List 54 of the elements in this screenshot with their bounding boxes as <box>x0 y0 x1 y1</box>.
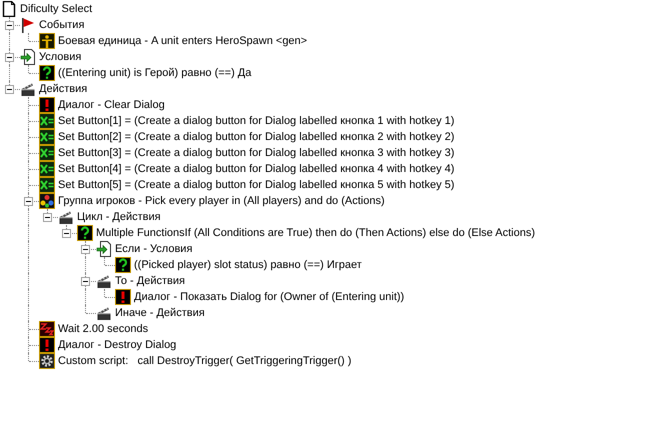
tree-item[interactable]: Действия <box>39 81 88 97</box>
tree-item[interactable]: Цикл - Действия <box>77 209 161 225</box>
tree-item[interactable]: Wait 2.00 seconds <box>58 321 148 337</box>
collapse-toggle[interactable] <box>5 53 14 62</box>
assign-icon <box>39 113 55 129</box>
assign-icon <box>39 161 55 177</box>
tree-item[interactable]: Set Button[2] = (Create a dialog button for Dialog labelled кнопка 2 with hotkey 2) <box>58 129 454 145</box>
tree-item[interactable]: Диалог - Показать Dialog for (Owner of (Entering unit)) <box>134 289 404 305</box>
tree-item[interactable]: Если - Условия <box>115 241 192 257</box>
tree-item[interactable]: Группа игроков - Pick every player in (All players) and do (Actions) <box>58 193 385 209</box>
collapse-toggle[interactable] <box>81 277 90 286</box>
collapse-toggle[interactable] <box>5 85 14 94</box>
assign-icon <box>39 129 55 145</box>
document-arrow-icon <box>96 241 112 257</box>
clapperboard-icon <box>58 209 74 225</box>
question-icon <box>77 225 93 241</box>
tree-item[interactable]: Dificulty Select <box>20 1 92 17</box>
collapse-toggle[interactable] <box>5 21 14 30</box>
tree-item[interactable]: Иначе - Действия <box>115 305 205 321</box>
tree-item[interactable]: Set Button[5] = (Create a dialog button for Dialog labelled кнопка 5 with hotkey 5) <box>58 177 454 193</box>
gear-icon <box>39 353 55 369</box>
collapse-toggle[interactable] <box>81 245 90 254</box>
document-icon <box>1 1 17 17</box>
clapperboard-icon <box>96 305 112 321</box>
exclamation-icon <box>39 97 55 113</box>
clapperboard-icon <box>96 273 112 289</box>
collapse-toggle[interactable] <box>62 229 71 238</box>
tree-item[interactable]: ((Entering unit) is Герой) равно (==) Да <box>58 65 252 81</box>
sleep-icon <box>39 321 55 337</box>
tree-item[interactable]: Custom script: call DestroyTrigger( GetTriggeringTrigger() ) <box>58 353 352 369</box>
document-arrow-icon <box>20 49 36 65</box>
flag-icon <box>20 17 36 33</box>
assign-icon <box>39 177 55 193</box>
tree-item[interactable]: Диалог - Destroy Dialog <box>58 337 176 353</box>
tree-item[interactable]: Set Button[4] = (Create a dialog button for Dialog labelled кнопка 4 with hotkey 4) <box>58 161 454 177</box>
tree-item[interactable]: Set Button[1] = (Create a dialog button for Dialog labelled кнопка 1 with hotkey 1) <box>58 113 454 129</box>
clapperboard-icon <box>20 81 36 97</box>
question-icon <box>115 257 131 273</box>
tree-item[interactable]: Set Button[3] = (Create a dialog button for Dialog labelled кнопка 3 with hotkey 3) <box>58 145 454 161</box>
collapse-toggle[interactable] <box>24 197 33 206</box>
exclamation-icon <box>39 337 55 353</box>
tree-item[interactable]: ((Picked player) slot status) равно (==) Играет <box>134 257 362 273</box>
figure-icon <box>39 33 55 49</box>
players-icon <box>39 193 55 209</box>
exclamation-icon <box>115 289 131 305</box>
tree-item[interactable]: Боевая единица - A unit enters HeroSpawn <gen> <box>58 33 308 49</box>
collapse-toggle[interactable] <box>43 213 52 222</box>
assign-icon <box>39 145 55 161</box>
question-icon <box>39 65 55 81</box>
tree-item[interactable]: Диалог - Clear Dialog <box>58 97 165 113</box>
tree-item[interactable]: То - Действия <box>115 273 185 289</box>
tree-item[interactable]: Условия <box>39 49 82 65</box>
tree-item[interactable]: Multiple FunctionsIf (All Conditions are True) then do (Then Actions) else do (Else Actions) <box>96 225 535 241</box>
tree-item[interactable]: События <box>39 17 84 33</box>
